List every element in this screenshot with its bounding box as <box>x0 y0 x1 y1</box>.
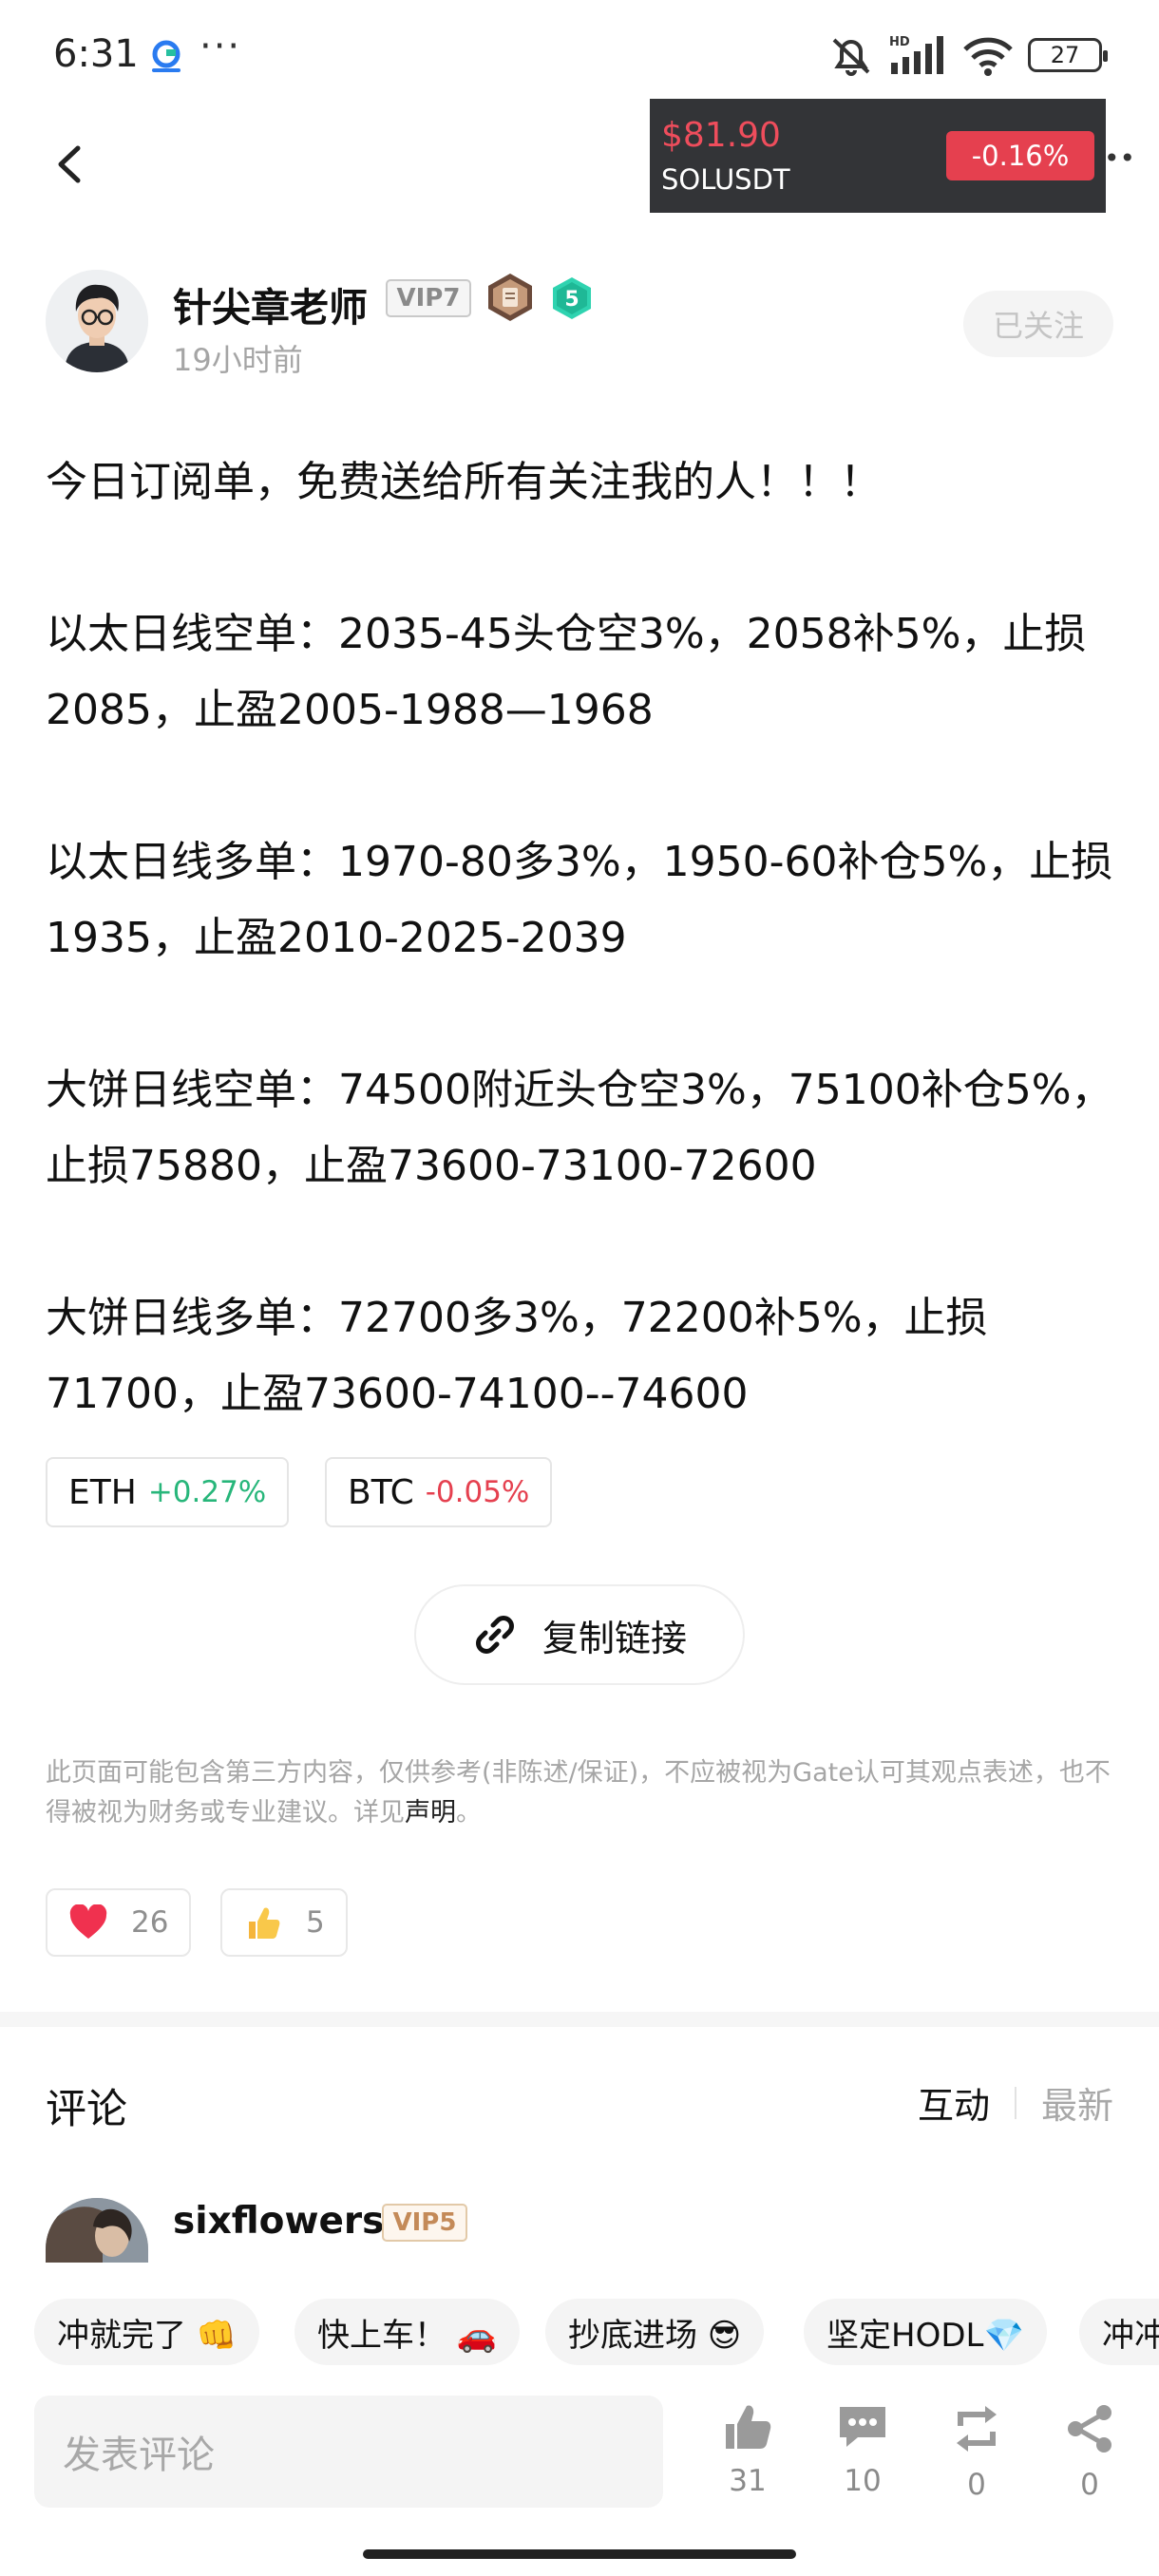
more-options-icon[interactable]: •• <box>1104 142 1135 174</box>
share-action[interactable]: 0 <box>1052 2403 1128 2502</box>
gate-app-icon <box>152 40 180 72</box>
ticker-symbol: SOLUSDT <box>661 163 790 196</box>
post-content: 今日订阅单，免费送给所有关注我的人！！！ 以太日线空单：2035-45头仓空3%… <box>46 445 1119 1432</box>
link-icon <box>476 1616 514 1654</box>
heart-reaction-button[interactable]: 26 <box>46 1888 192 1957</box>
quick-reply-chip[interactable]: 冲就完了 👊 <box>34 2299 260 2365</box>
disclaimer-end: 。 <box>456 1798 482 1828</box>
like-count: 31 <box>729 2464 767 2498</box>
like-icon <box>726 2405 771 2449</box>
heart-count: 26 <box>131 1905 169 1940</box>
coin-symbol: BTC <box>348 1472 414 1512</box>
thumbs-up-reaction-button[interactable]: 5 <box>220 1888 348 1957</box>
vip-badge: VIP7 <box>386 279 471 317</box>
share-icon <box>1068 2405 1112 2453</box>
commenter-photo-icon <box>46 2198 148 2263</box>
comment-icon <box>840 2407 885 2447</box>
post-paragraph: 大饼日线空单：74500附近头仓空3%，75100补仓5%，止损75880，止盈… <box>46 1066 1113 1190</box>
network-label: HD <box>889 35 910 49</box>
thumbs-up-emoji-icon <box>249 1907 280 1939</box>
author-avatar[interactable] <box>46 270 148 372</box>
level-number: 5 <box>564 288 579 312</box>
quick-reply-chip[interactable]: 坚定HODL💎 <box>804 2299 1047 2365</box>
status-indicators: HD 27 <box>826 34 1108 76</box>
disclaimer-text: 此页面可能包含第三方内容，仅供参考(非陈述/保证)，不应被视为Gate认可其观点… <box>46 1753 1119 1833</box>
medal-badge-icon <box>488 274 532 321</box>
comment-action[interactable]: 10 <box>825 2403 901 2498</box>
ticker-change-badge: -0.16% <box>946 131 1094 180</box>
thumbs-up-count: 5 <box>306 1905 325 1940</box>
ticker-price: $81.90 <box>661 116 781 155</box>
post-paragraph: 大饼日线多单：72700多3%，72200补5%，止损71700，止盈73600… <box>46 1294 988 1418</box>
commenter-avatar[interactable] <box>46 2198 148 2263</box>
disclaimer-body: 此页面可能包含第三方内容，仅供参考(非陈述/保证)，不应被视为Gate认可其观点… <box>46 1758 1111 1828</box>
post-timestamp: 19小时前 <box>173 342 303 378</box>
coin-tag-btc[interactable]: BTC -0.05% <box>325 1457 553 1527</box>
repost-action[interactable]: 0 <box>939 2403 1015 2502</box>
repost-count: 0 <box>967 2468 986 2502</box>
commenter-vip-badge: VIP5 <box>382 2204 467 2242</box>
coin-symbol: ETH <box>68 1472 137 1512</box>
coin-change: +0.27% <box>147 1475 267 1509</box>
home-indicator[interactable] <box>363 2549 796 2559</box>
price-ticker-widget[interactable]: $81.90 SOLUSDT -0.16% <box>650 99 1106 213</box>
comment-sort-tabs: 互动 最新 <box>918 2076 1113 2129</box>
sort-tab-interactive[interactable]: 互动 <box>918 2076 990 2129</box>
commenter-name[interactable]: sixflowers <box>173 2200 384 2243</box>
comments-title: 评论 <box>46 2086 127 2133</box>
sort-separator <box>1014 2086 1016 2119</box>
mute-bell-icon <box>832 38 870 76</box>
back-arrow-icon[interactable] <box>48 141 95 188</box>
status-more-dots: ··· <box>200 25 242 68</box>
copy-link-button[interactable]: 复制链接 <box>414 1584 745 1685</box>
avatar-portrait-icon <box>46 270 148 372</box>
wifi-icon <box>963 37 1013 76</box>
quick-reply-chip[interactable]: 快上车！ 🚗 <box>294 2299 521 2365</box>
follow-button[interactable]: 已关注 <box>963 291 1113 357</box>
signal-icon: HD <box>889 35 943 74</box>
heart-icon <box>69 1904 107 1939</box>
sort-tab-latest[interactable]: 最新 <box>1041 2076 1113 2129</box>
author-name[interactable]: 针尖章老师 <box>173 275 368 332</box>
quick-reply-chip[interactable]: 抄底进场 😎 <box>545 2299 765 2365</box>
level-badge-icon: 5 <box>553 277 591 319</box>
status-bar: 6:31 ··· HD 27 <box>0 0 1159 104</box>
coin-change: -0.05% <box>425 1475 530 1509</box>
post-paragraph: 以太日线空单：2035-45头仓空3%，2058补5%，止损2085，止盈200… <box>46 610 1087 734</box>
status-time: 6:31 <box>53 32 139 76</box>
comment-count: 10 <box>844 2464 882 2498</box>
comment-input[interactable]: 发表评论 <box>34 2396 663 2508</box>
share-count: 0 <box>1080 2468 1099 2502</box>
repost-icon <box>957 2406 997 2452</box>
statement-link[interactable]: 声明 <box>405 1798 456 1828</box>
section-divider <box>0 2012 1159 2027</box>
copy-link-label: 复制链接 <box>542 1617 687 1659</box>
post-paragraph: 以太日线多单：1970-80多3%，1950-60补仓5%，止损1935，止盈2… <box>46 838 1113 962</box>
coin-tag-eth[interactable]: ETH +0.27% <box>46 1457 290 1527</box>
post-paragraph: 今日订阅单，免费送给所有关注我的人！！！ <box>46 458 882 506</box>
quick-reply-chip[interactable]: 冲冲 <box>1079 2299 1159 2365</box>
quick-reply-row: 冲就完了 👊 快上车！ 🚗 抄底进场 😎 坚定HODL💎 冲冲 <box>34 2299 1159 2367</box>
battery-indicator: 27 <box>1028 38 1108 72</box>
like-action[interactable]: 31 <box>710 2403 786 2498</box>
